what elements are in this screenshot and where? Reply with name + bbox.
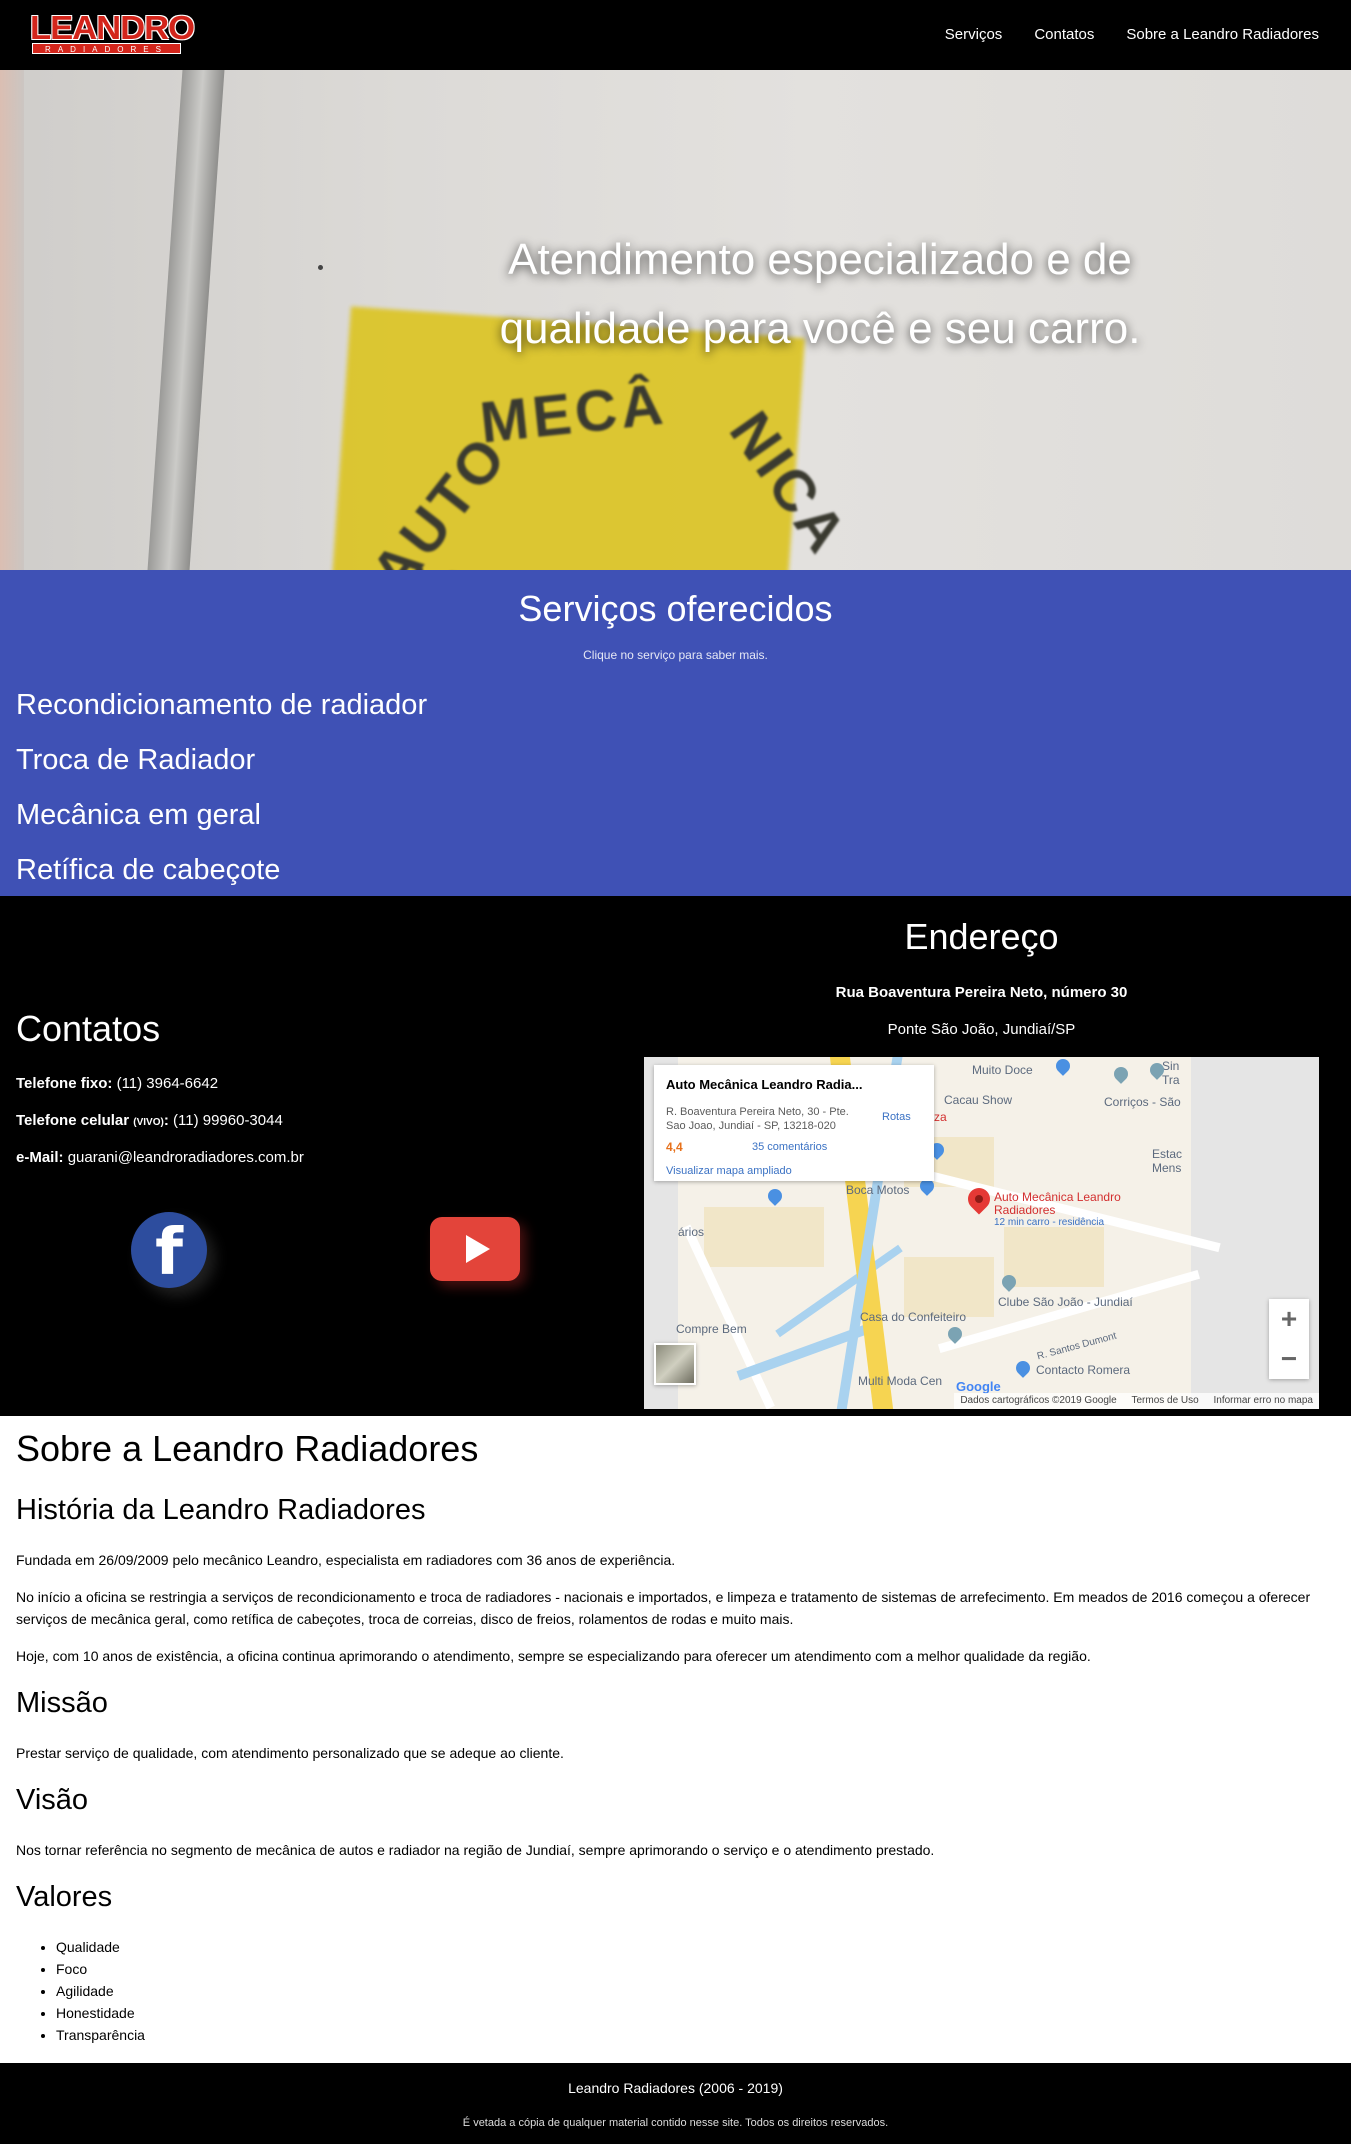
map-poi-icon: [1111, 1064, 1131, 1084]
address-city: Ponte São João, Jundiaí/SP: [887, 1021, 1076, 1038]
navbar: LEANDRO RADIADORES Serviços Contatos Sob…: [0, 0, 1351, 70]
nav-link-servicos[interactable]: Serviços: [945, 24, 1003, 46]
vision-text: Nos tornar referência no segmento de mec…: [16, 1842, 935, 1858]
map-label: Multi Moda Cen: [858, 1374, 943, 1388]
phone-label: Telefone fixo:: [16, 1075, 113, 1092]
map-place-name: Auto Mecânica Leandro Radia...: [666, 1077, 863, 1092]
services-section: Serviços oferecidos Clique no serviço pa…: [0, 570, 1351, 896]
map-label: Clube São João - Jundiaí: [998, 1295, 1133, 1309]
service-item[interactable]: Mecânica em geral: [16, 788, 427, 843]
value-item: Transparência: [56, 2024, 145, 2046]
mission-title: Missão: [16, 1687, 108, 1719]
history-title: História da Leandro Radiadores: [16, 1494, 426, 1526]
history-paragraph: Hoje, com 10 anos de existência, a ofici…: [16, 1648, 1091, 1664]
map-label: Compre Bem: [676, 1322, 747, 1336]
services-title: Serviços oferecidos: [518, 588, 833, 629]
value-item: Qualidade: [56, 1936, 145, 1958]
footer: Leandro Radiadores (2006 - 2019) É vetad…: [0, 2063, 1351, 2144]
mobile-line: Telefone celular (VIVO): (11) 99960-3044: [16, 1112, 283, 1129]
map-reviews-link[interactable]: 35 comentários: [752, 1141, 827, 1153]
phone-value: (11) 3964-6642: [116, 1075, 219, 1092]
map-label: za: [934, 1110, 947, 1124]
footer-disclaimer: É vetada a cópia de qualquer material co…: [462, 2117, 889, 2129]
google-logo: Google: [956, 1379, 1001, 1394]
map-place-address: R. Boaventura Pereira Neto, 30 - Pte. Sa…: [666, 1106, 849, 1132]
map-pin-sublabel: 12 min carro - residência: [994, 1217, 1105, 1228]
nav-link-sobre[interactable]: Sobre a Leandro Radiadores: [1126, 24, 1319, 46]
logo[interactable]: LEANDRO RADIADORES: [30, 11, 195, 54]
hero-title: Atendimento especializado e de qualidade…: [499, 235, 1141, 353]
email-value[interactable]: guarani@leandroradiadores.com.br: [68, 1149, 304, 1166]
services-list: Recondicionamento de radiador Troca de R…: [16, 678, 427, 898]
embedded-map[interactable]: Muito Doce Cacau Show Corriços - São Est…: [644, 1057, 1319, 1409]
map-attribution: Dados cartográficos ©2019 Google Termos …: [954, 1393, 1319, 1409]
map-report-link[interactable]: Informar erro no mapa: [1214, 1395, 1314, 1406]
nav-links: Serviços Contatos Sobre a Leandro Radiad…: [945, 24, 1319, 46]
map-info-card: Auto Mecânica Leandro Radia... R. Boaven…: [654, 1065, 934, 1181]
mission-text: Prestar serviço de qualidade, com atendi…: [16, 1745, 564, 1761]
map-label: R. Santos Dumont: [1035, 1330, 1118, 1363]
map-block: [1004, 1227, 1104, 1287]
hero-background-pole: [147, 70, 225, 570]
contact-address-section: Contatos Telefone fixo: (11) 3964-6642 T…: [0, 896, 1351, 1416]
map-label: Corriços - São: [1104, 1095, 1181, 1109]
nav-link-contatos[interactable]: Contatos: [1034, 24, 1094, 46]
mobile-value: (11) 99960-3044: [173, 1112, 283, 1129]
service-item[interactable]: Recondicionamento de radiador: [16, 678, 427, 733]
email-label: e-Mail:: [16, 1149, 64, 1166]
service-item[interactable]: Troca de Radiador: [16, 733, 427, 788]
hero-banner: AUTO MECÂ NICA LEANDRO Atendimento espec…: [0, 70, 1351, 570]
map-label: ários: [678, 1225, 705, 1239]
map-label: Muito Doce: [972, 1063, 1033, 1077]
map-streetview-thumbnail[interactable]: [654, 1343, 696, 1385]
value-item: Foco: [56, 1958, 145, 1980]
map-label: Casa do Confeiteiro: [860, 1310, 967, 1324]
about-title: Sobre a Leandro Radiadores: [16, 1428, 479, 1469]
address-title: Endereço: [904, 916, 1059, 957]
service-item[interactable]: Retífica de cabeçote: [16, 843, 427, 898]
mobile-carrier: (VIVO): [133, 1117, 164, 1128]
mobile-label: Telefone celular: [16, 1112, 130, 1129]
map-poi-icon: [1053, 1057, 1073, 1076]
vision-title: Visão: [16, 1784, 89, 1816]
history-paragraph: Fundada em 26/09/2009 pelo mecânico Lean…: [16, 1552, 676, 1568]
map-block: [704, 1207, 824, 1267]
email-line: e-Mail: guarani@leandroradiadores.com.br: [16, 1148, 304, 1168]
map-block: [904, 1257, 994, 1317]
map-label: Cacau Show: [944, 1093, 1013, 1107]
zoom-in-button[interactable]: +: [1269, 1299, 1309, 1339]
values-list: Qualidade Foco Agilidade Honestidade Tra…: [56, 1936, 145, 2046]
map-poi-icon: [765, 1186, 785, 1206]
value-item: Honestidade: [56, 2002, 145, 2024]
map-terms-link[interactable]: Termos de Uso: [1131, 1395, 1198, 1406]
map-pin-label: Auto Mecânica Leandro Radiadores: [994, 1190, 1121, 1217]
map-label: Sin Tra: [1162, 1059, 1180, 1087]
hero-background-detail: [318, 265, 323, 270]
map-data-credit: Dados cartográficos ©2019 Google: [960, 1395, 1117, 1406]
services-hint: Clique no serviço para saber mais.: [583, 648, 768, 662]
logo-main-text: LEANDRO: [30, 9, 195, 46]
values-title: Valores: [16, 1881, 113, 1913]
youtube-icon[interactable]: [430, 1217, 520, 1281]
facebook-icon[interactable]: f: [131, 1212, 207, 1290]
map-label: Estac Mens: [1152, 1147, 1183, 1175]
logo-sub-text: RADIADORES: [32, 43, 181, 54]
map-directions-link[interactable]: Rotas: [882, 1111, 911, 1123]
map-rating: 4,4: [666, 1140, 683, 1154]
map-poi-icon: [1013, 1358, 1033, 1378]
footer-copyright: Leandro Radiadores (2006 - 2019): [568, 2080, 783, 2096]
value-item: Agilidade: [56, 1980, 145, 2002]
hero-sign-lettering: AUTO MECÂ NICA LEANDRO: [358, 371, 861, 570]
phone-line: Telefone fixo: (11) 3964-6642: [16, 1074, 218, 1094]
contacts-title: Contatos: [16, 1008, 161, 1049]
map-label: Boca Motos: [846, 1183, 910, 1197]
history-paragraph: No início a oficina se restringia a serv…: [16, 1589, 1311, 1627]
hero-background-pole: [0, 70, 24, 570]
map-zoom-controls: + −: [1269, 1299, 1309, 1379]
zoom-out-button[interactable]: −: [1269, 1339, 1309, 1379]
map-larger-link[interactable]: Visualizar mapa ampliado: [666, 1165, 792, 1177]
address-street: Rua Boaventura Pereira Neto, número 30: [835, 984, 1128, 1001]
map-label: Contacto Romera: [1036, 1363, 1131, 1377]
